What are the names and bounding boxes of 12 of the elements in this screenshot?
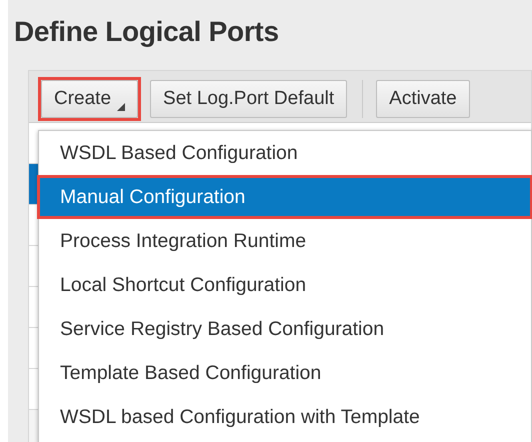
caret-icon [117, 103, 126, 111]
menu-item[interactable]: Local Shortcut Configuration [37, 263, 532, 307]
page-title: Define Logical Ports [13, 15, 280, 48]
toolbar-button[interactable]: Activate [376, 80, 470, 118]
menu-item[interactable]: WSDL Based Configuration [37, 131, 532, 175]
toolbar-button[interactable]: Create [41, 80, 138, 118]
menu-item[interactable]: Service Registry Based Configuration [37, 307, 532, 351]
menu-item[interactable]: Manual Configuration [37, 175, 532, 219]
toolbar-button[interactable]: Set Log.Port Default [150, 80, 348, 118]
menu-item[interactable]: Process Integration Runtime [37, 219, 532, 263]
menu-item[interactable]: WSDL based Configuration with Template [37, 395, 532, 439]
menu-item[interactable]: Template Based Configuration [37, 351, 532, 395]
